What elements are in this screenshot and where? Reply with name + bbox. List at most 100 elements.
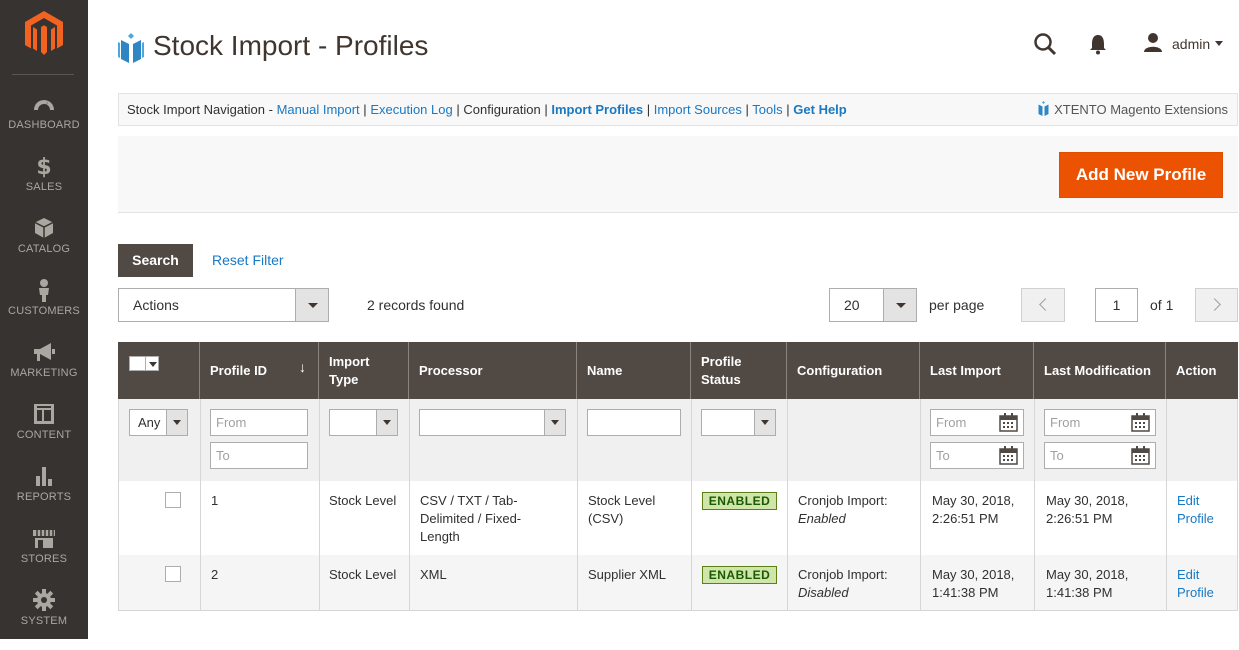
column-profile-id[interactable]: Profile ID ↓	[200, 342, 319, 399]
sidebar-item-label: SYSTEM	[20, 615, 68, 627]
profile-status-filter[interactable]	[701, 409, 776, 436]
store-icon	[33, 530, 55, 548]
magento-logo-icon[interactable]	[24, 10, 64, 56]
bell-icon[interactable]	[1088, 33, 1108, 55]
reset-filter-link[interactable]: Reset Filter	[212, 252, 284, 268]
chevron-down-icon[interactable]	[883, 289, 916, 321]
add-new-profile-button[interactable]: Add New Profile	[1059, 152, 1223, 198]
status-badge: ENABLED	[702, 492, 777, 510]
column-name[interactable]: Name	[577, 342, 691, 399]
processor-cell: CSV / TXT / Tab- Delimited / Fixed- Leng…	[420, 492, 521, 546]
person-icon	[39, 279, 49, 302]
sidebar-item-label: REPORTS	[16, 491, 72, 503]
column-import-type[interactable]: Import Type	[319, 342, 409, 399]
date-line: May 30, 2018,	[932, 493, 1015, 508]
edit-profile-link[interactable]: Edit Profile	[1177, 492, 1214, 528]
calendar-icon[interactable]	[1131, 446, 1150, 465]
edit-profile-link[interactable]: Edit Profile	[1177, 566, 1214, 602]
column-last-modification[interactable]: Last Modification	[1034, 342, 1166, 399]
name-cell: Stock Level (CSV)	[588, 492, 655, 528]
mass-actions-select[interactable]: Actions	[118, 288, 329, 322]
sidebar-item-catalog[interactable]: CATALOG	[0, 216, 88, 278]
calendar-icon[interactable]	[1131, 413, 1150, 432]
column-label: Name	[587, 363, 623, 378]
nav-link-execution-log[interactable]: Execution Log	[370, 102, 452, 117]
import-type-cell: Stock Level	[329, 493, 397, 508]
column-action: Action	[1166, 342, 1238, 399]
date-line: May 30, 2018,	[1046, 567, 1129, 582]
xtento-logo-icon	[1038, 101, 1049, 116]
nav-link-tools[interactable]: Tools	[752, 102, 782, 117]
per-page-select[interactable]: 20	[829, 288, 917, 322]
sidebar-item-dashboard[interactable]: DASHBOARD	[0, 92, 88, 154]
search-button[interactable]: Search	[118, 244, 193, 277]
sidebar-item-sales[interactable]: $ SALES	[0, 154, 88, 216]
per-page-label: per page	[929, 297, 985, 313]
sidebar-item-system[interactable]: SYSTEM	[0, 588, 88, 650]
nav-item-configuration[interactable]: Configuration	[463, 102, 540, 117]
page-total: of 1	[1150, 297, 1174, 313]
next-page-button[interactable]	[1195, 288, 1238, 322]
last-import-from-input[interactable]: From	[930, 409, 1024, 436]
column-last-import[interactable]: Last Import	[920, 342, 1034, 399]
configuration-cell: Cronjob Import: Enabled	[798, 492, 888, 528]
calendar-icon[interactable]	[999, 413, 1018, 432]
edit-profile-line: Edit	[1177, 493, 1200, 508]
page-number-input[interactable]: 1	[1095, 288, 1138, 322]
chevron-down-icon[interactable]	[1215, 41, 1223, 46]
sidebar-item-stores[interactable]: STORES	[0, 526, 88, 588]
nav-link-import-profiles[interactable]: Import Profiles	[551, 102, 643, 117]
chevron-left-icon	[1039, 298, 1052, 311]
row-checkbox[interactable]	[165, 566, 181, 582]
sidebar-item-marketing[interactable]: MARKETING	[0, 340, 88, 402]
last-modification-to-placeholder: To	[1050, 448, 1064, 463]
processor-line: Delimited / Fixed-	[420, 511, 522, 526]
mass-select-checkbox[interactable]	[129, 356, 159, 371]
profile-id-cell: 1	[211, 493, 219, 508]
xtento-brand-link[interactable]: XTENTO Magento Extensions	[1037, 94, 1228, 125]
row-checkbox[interactable]	[165, 492, 181, 508]
table-row[interactable]: 2 Stock Level XML Supplier XML ENABLED C…	[118, 555, 1238, 611]
nav-link-manual-import[interactable]: Manual Import	[277, 102, 360, 117]
last-modification-cell: May 30, 2018, 1:41:38 PM	[1046, 566, 1128, 602]
nav-separator: |	[456, 102, 460, 117]
time-line: 2:26:51 PM	[1046, 511, 1113, 526]
name-filter-input[interactable]	[587, 409, 681, 436]
mass-select-filter[interactable]: Any	[129, 409, 188, 436]
table-row[interactable]: 1 Stock Level CSV / TXT / Tab- Delimited…	[118, 481, 1238, 555]
last-modification-to-input[interactable]: To	[1044, 442, 1156, 469]
sidebar-item-content[interactable]: CONTENT	[0, 402, 88, 464]
column-label-line: Status	[701, 372, 741, 387]
gear-icon	[33, 589, 55, 611]
user-menu-name[interactable]: admin	[1172, 36, 1210, 52]
time-line: 1:41:38 PM	[932, 585, 999, 600]
column-processor[interactable]: Processor	[409, 342, 577, 399]
column-label: Configuration	[797, 363, 883, 378]
sort-arrow-icon: ↓	[299, 359, 306, 375]
import-type-filter[interactable]	[329, 409, 398, 436]
column-label-line: Type	[329, 372, 359, 387]
previous-page-button[interactable]	[1021, 288, 1065, 322]
last-modification-from-input[interactable]: From	[1044, 409, 1156, 436]
calendar-icon[interactable]	[999, 446, 1018, 465]
sidebar-item-reports[interactable]: REPORTS	[0, 464, 88, 526]
processor-filter[interactable]	[419, 409, 566, 436]
profile-id-to-input[interactable]: To	[210, 442, 308, 469]
search-icon[interactable]	[1033, 32, 1057, 56]
sidebar-item-customers[interactable]: CUSTOMERS	[0, 278, 88, 340]
column-label: Profile ID	[210, 363, 268, 378]
last-import-from-placeholder: From	[936, 415, 967, 430]
nav-link-import-sources[interactable]: Import Sources	[654, 102, 742, 117]
processor-line: Length	[420, 529, 460, 544]
nav-link-get-help[interactable]: Get Help	[793, 102, 846, 117]
mass-actions-value: Actions	[133, 297, 179, 313]
last-import-to-input[interactable]: To	[930, 442, 1024, 469]
column-configuration[interactable]: Configuration	[787, 342, 920, 399]
sidebar-item-label: STORES	[20, 553, 68, 565]
box-icon	[34, 218, 54, 238]
chevron-down-icon[interactable]	[295, 289, 328, 321]
admin-sidebar: DASHBOARD $ SALES CATALOG CUSTOMERS MARK…	[0, 0, 88, 639]
column-profile-status[interactable]: Profile Status	[691, 342, 787, 399]
profile-id-from-input[interactable]: From	[210, 409, 308, 436]
user-icon[interactable]	[1143, 32, 1163, 52]
